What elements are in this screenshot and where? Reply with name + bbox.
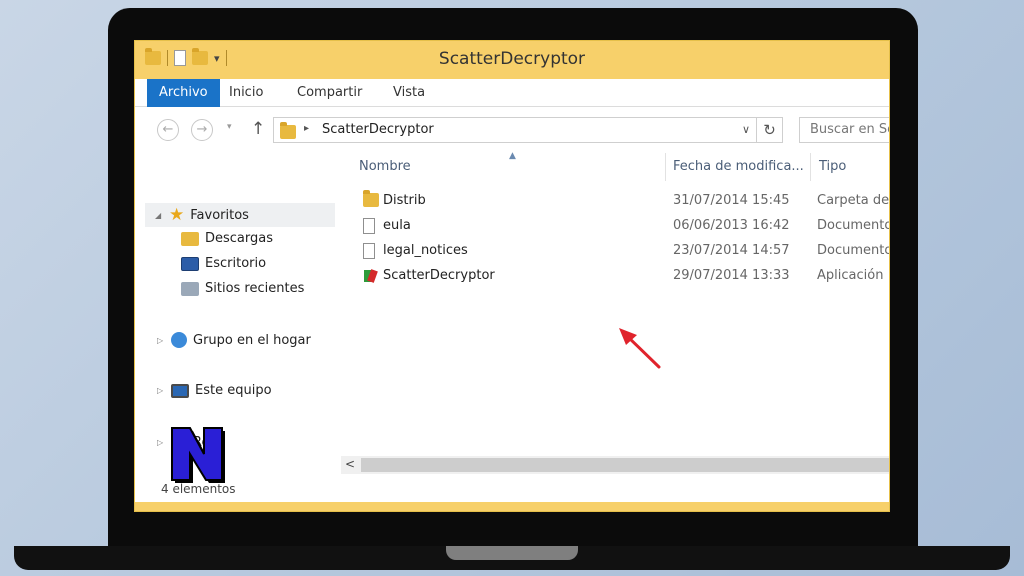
tab-compartir[interactable]: Compartir [287, 79, 372, 107]
sidebar-item-label: Escritorio [205, 256, 267, 271]
annotation-arrow [619, 328, 661, 369]
chevron-down-icon[interactable]: ▾ [227, 122, 232, 132]
star-icon: ★ [169, 205, 185, 225]
expand-triangle-icon[interactable]: ▷ [157, 438, 165, 447]
sidebar-item-grupo-hogar[interactable]: ▷ Grupo en el hogar [157, 332, 311, 348]
chevron-right-icon[interactable]: ▸ [304, 123, 309, 134]
forward-button[interactable]: → [191, 119, 213, 141]
sidebar-item-label: Favoritos [190, 207, 249, 223]
window-bottom-border [135, 502, 889, 511]
horizontal-scrollbar[interactable]: < [341, 456, 889, 474]
address-bar[interactable]: ▸ ScatterDecryptor ∨ [273, 117, 757, 143]
navigation-bar: ← → ▾ ↑ ▸ ScatterDecryptor ∨ ↻ Buscar en… [135, 107, 889, 151]
sidebar-item-favoritos[interactable]: ◢ ★ Favoritos [145, 203, 335, 227]
address-path[interactable]: ScatterDecryptor [322, 122, 434, 137]
sidebar-item-label: Este equipo [195, 383, 272, 398]
up-arrow-icon[interactable]: ↑ [251, 119, 265, 139]
title-bar: ▾ ScatterDecryptor [135, 41, 889, 79]
tab-inicio[interactable]: Inicio [219, 79, 273, 107]
computer-icon [171, 383, 189, 398]
tab-archivo[interactable]: Archivo [147, 79, 220, 107]
scrollbar-thumb[interactable] [361, 458, 889, 472]
laptop-notch [446, 546, 578, 560]
scroll-left-icon[interactable]: < [345, 457, 355, 471]
ribbon-tabs: Archivo Inicio Compartir Vista [135, 79, 889, 107]
homegroup-icon [171, 332, 187, 348]
refresh-button[interactable]: ↻ [757, 117, 783, 143]
back-button[interactable]: ← [157, 119, 179, 141]
folder-icon [280, 122, 296, 139]
window-title: ScatterDecryptor [438, 49, 586, 69]
sidebar-item-label: Descargas [205, 231, 274, 246]
sidebar-item-sitios-recientes[interactable]: Sitios recientes [181, 281, 304, 296]
chevron-down-icon[interactable]: ∨ [742, 123, 750, 136]
sidebar-item-label: Grupo en el hogar [193, 332, 311, 348]
expand-triangle-icon[interactable]: ▷ [157, 386, 165, 395]
status-item-count: 4 elementos [161, 482, 236, 496]
channel-logo [171, 427, 225, 483]
search-input[interactable]: Buscar en Sc [799, 117, 889, 143]
desktop-icon [181, 256, 199, 271]
tab-vista[interactable]: Vista [383, 79, 435, 107]
downloads-icon [181, 231, 199, 246]
sidebar-item-label: Sitios recientes [205, 281, 305, 296]
logo-letter-n [171, 427, 223, 481]
file-list: ▲ Nombre Fecha de modifica... Tipo Distr… [341, 151, 889, 491]
sidebar-item-este-equipo[interactable]: ▷ Este equipo [157, 383, 272, 398]
sidebar-item-descargas[interactable]: Descargas [181, 231, 273, 246]
expand-triangle-icon[interactable]: ◢ [155, 211, 163, 220]
expand-triangle-icon[interactable]: ▷ [157, 336, 165, 345]
sidebar-item-escritorio[interactable]: Escritorio [181, 256, 266, 271]
explorer-window: ▾ ScatterDecryptor Archivo Inicio Compar… [134, 40, 890, 512]
recent-places-icon [181, 281, 199, 296]
navigation-pane: ◢ ★ Favoritos Descargas Escritorio Sitio… [135, 151, 335, 491]
